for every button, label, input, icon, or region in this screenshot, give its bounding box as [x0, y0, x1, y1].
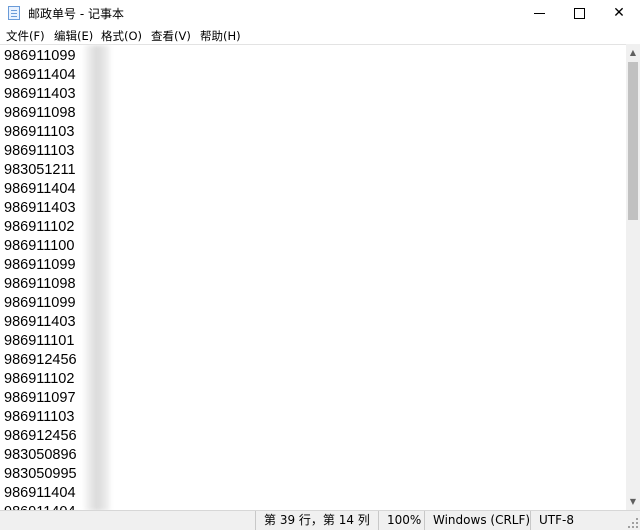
text-line: 986911103 — [4, 143, 75, 159]
encoding: UTF-8 — [530, 511, 619, 530]
menu-file[interactable]: 文件(F) — [6, 28, 45, 44]
text-line: 986911404 — [4, 485, 76, 501]
window-title: 邮政单号 - 记事本 — [28, 7, 124, 21]
text-editor[interactable]: 986911099 986911404 986911403 986911098 … — [0, 44, 626, 511]
text-line: 986911403 — [4, 314, 76, 330]
text-line: 986911404 — [4, 67, 76, 83]
line-ending: Windows (CRLF) — [424, 511, 530, 530]
text-line: 983051211 — [4, 162, 76, 178]
menu-view[interactable]: 查看(V) — [151, 28, 191, 44]
text-line: 986911097 — [4, 390, 76, 406]
minimize-icon — [533, 12, 545, 14]
close-icon: ✕ — [613, 5, 625, 21]
text-line: 983050995 — [4, 466, 77, 482]
text-line: 986911102 — [4, 219, 75, 235]
scrollbar-thumb[interactable] — [628, 62, 638, 220]
text-line: 986912456 — [4, 428, 77, 444]
text-line: 986911101 — [4, 333, 75, 349]
menu-help[interactable]: 帮助(H) — [200, 28, 241, 44]
title-bar: 邮政单号 - 记事本 ✕ — [0, 0, 640, 26]
cursor-position: 第 39 行，第 14 列 — [255, 511, 377, 530]
text-line: 986911404 — [4, 181, 76, 197]
text-line: 983050896 — [4, 447, 77, 463]
text-line: 986911103 — [4, 124, 75, 140]
vertical-scrollbar[interactable]: ▲ ▼ — [626, 44, 640, 510]
text-line: 986911103 — [4, 409, 75, 425]
text-line: 986911102 — [4, 371, 75, 387]
text-line: 986911099 — [4, 295, 76, 311]
scroll-down-icon[interactable]: ▼ — [626, 493, 640, 510]
close-button[interactable]: ✕ — [596, 0, 640, 26]
menu-bar: 文件(F) 编辑(E) 格式(O) 查看(V) 帮助(H) — [0, 26, 640, 44]
text-line: 986911098 — [4, 276, 76, 292]
status-bar: 第 39 行，第 14 列 100% Windows (CRLF) UTF-8 — [0, 510, 640, 530]
resize-grip-icon[interactable] — [628, 518, 638, 528]
text-line: 986911099 — [4, 48, 76, 64]
text-line: 986911100 — [4, 238, 75, 254]
text-line: 986911403 — [4, 200, 76, 216]
text-line: 986911099 — [4, 257, 76, 273]
text-line: 986911098 — [4, 105, 76, 121]
zoom-level: 100% — [378, 511, 423, 530]
scroll-up-icon[interactable]: ▲ — [626, 44, 640, 61]
redaction-blur — [84, 45, 110, 511]
notepad-icon — [8, 6, 20, 20]
menu-edit[interactable]: 编辑(E) — [54, 28, 93, 44]
menu-format[interactable]: 格式(O) — [101, 28, 142, 44]
maximize-icon — [573, 7, 585, 19]
text-line: 986912456 — [4, 352, 77, 368]
text-line: 986911403 — [4, 86, 76, 102]
